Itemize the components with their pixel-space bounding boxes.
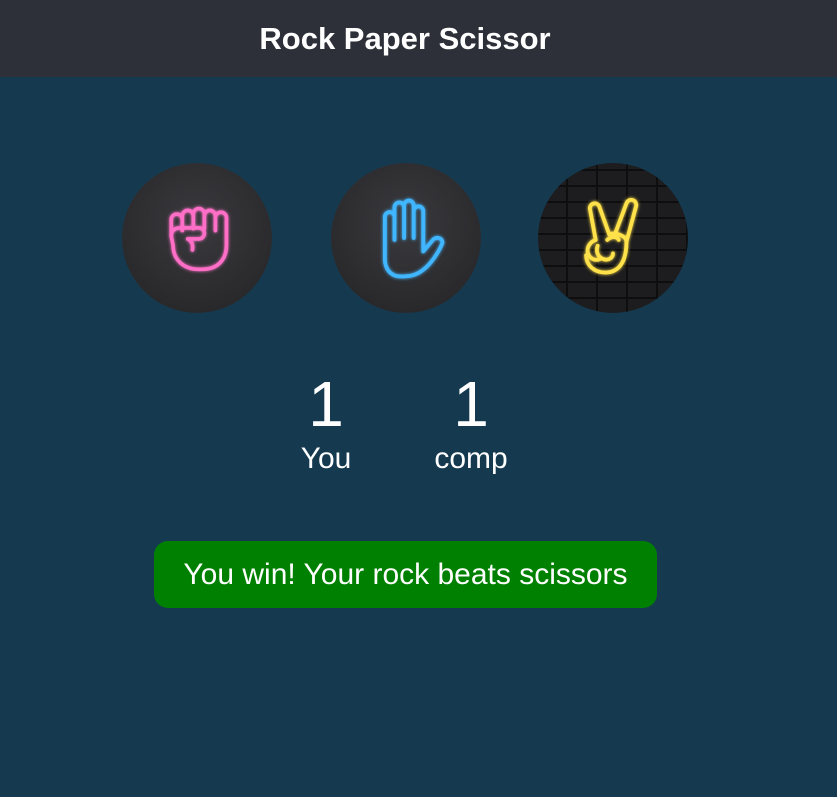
user-score-value: 1 xyxy=(308,368,344,440)
result-message: You win! Your rock beats scissors xyxy=(154,541,657,608)
page-title: Rock Paper Scissor xyxy=(259,21,551,56)
choice-scissors-button[interactable] xyxy=(538,163,688,313)
user-score-label: You xyxy=(300,442,352,475)
choice-rock-button[interactable] xyxy=(122,163,272,313)
comp-score: 1 comp xyxy=(411,366,531,476)
user-score: 1 You xyxy=(266,366,386,476)
neon-fist-icon xyxy=(169,206,229,272)
neon-open-hand-icon xyxy=(382,198,445,279)
neon-peace-sign-icon xyxy=(584,197,639,275)
app-header: Rock Paper Scissor xyxy=(0,0,837,77)
choice-paper-button[interactable] xyxy=(331,163,481,313)
comp-score-label: comp xyxy=(434,442,508,475)
comp-score-value: 1 xyxy=(453,368,489,440)
